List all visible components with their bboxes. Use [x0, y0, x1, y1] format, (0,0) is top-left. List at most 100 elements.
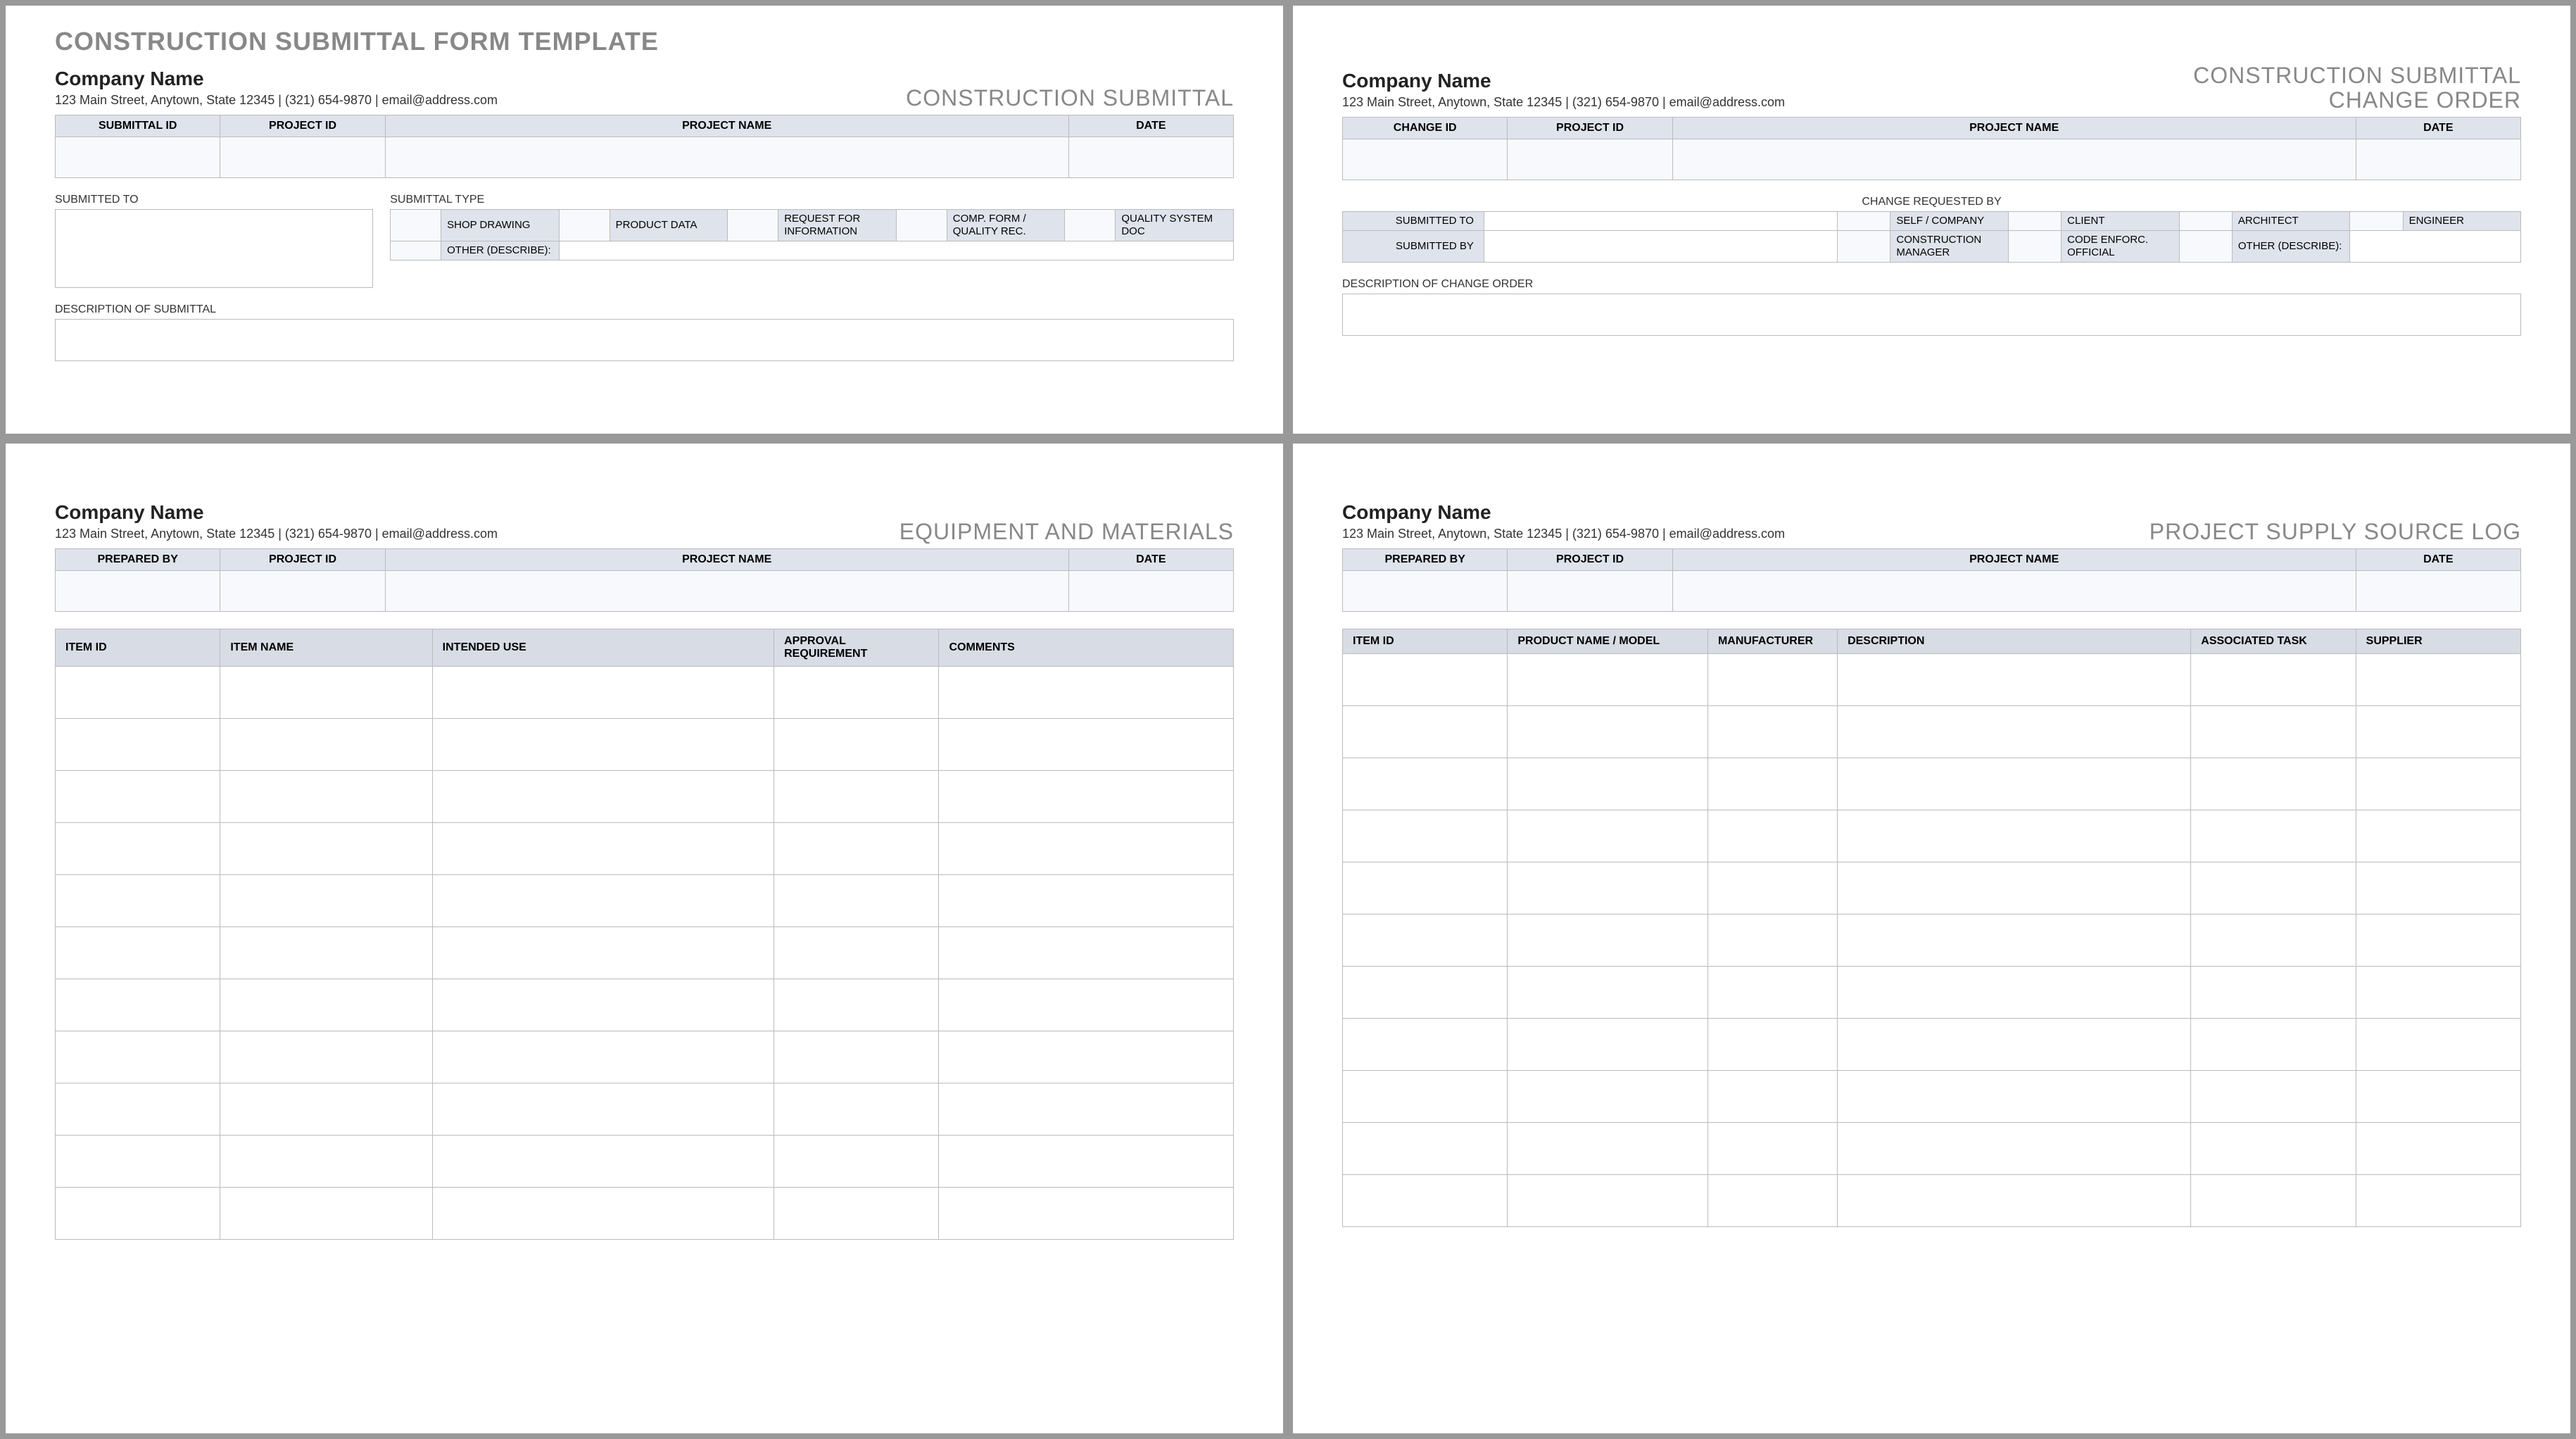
list-cell[interactable] — [939, 667, 1234, 719]
list-cell[interactable] — [939, 771, 1234, 823]
list-cell[interactable] — [774, 979, 939, 1031]
list-cell[interactable] — [1508, 1175, 1708, 1227]
input-project-id[interactable] — [220, 137, 385, 178]
list-cell[interactable] — [1838, 1123, 2191, 1175]
input-other-describe[interactable] — [559, 241, 1233, 260]
list-cell[interactable] — [774, 927, 939, 979]
list-cell[interactable] — [220, 719, 432, 771]
list-cell[interactable] — [1707, 967, 1837, 1019]
list-cell[interactable] — [2356, 654, 2520, 706]
checkbox-self-company[interactable] — [1838, 212, 1890, 231]
list-cell[interactable] — [432, 1136, 774, 1188]
list-cell[interactable] — [220, 823, 432, 875]
input-date[interactable] — [1068, 137, 1233, 178]
list-cell[interactable] — [2356, 967, 2520, 1019]
list-cell[interactable] — [1838, 1175, 2191, 1227]
input-date[interactable] — [1068, 571, 1233, 612]
list-cell[interactable] — [56, 1188, 220, 1240]
input-project-name[interactable] — [385, 571, 1068, 612]
list-cell[interactable] — [2191, 1123, 2356, 1175]
list-cell[interactable] — [2191, 810, 2356, 862]
list-cell[interactable] — [2191, 862, 2356, 915]
list-cell[interactable] — [56, 667, 220, 719]
checkbox-rfi[interactable] — [728, 210, 778, 241]
list-cell[interactable] — [2356, 1123, 2520, 1175]
list-cell[interactable] — [1707, 810, 1837, 862]
checkbox-product-data[interactable] — [559, 210, 610, 241]
input-submitted-by[interactable] — [1484, 231, 1837, 263]
checkbox-construction-mgr[interactable] — [1838, 231, 1890, 263]
list-cell[interactable] — [2356, 810, 2520, 862]
list-cell[interactable] — [220, 1136, 432, 1188]
input-project-id[interactable] — [1508, 139, 1672, 180]
list-cell[interactable] — [56, 719, 220, 771]
list-cell[interactable] — [220, 1188, 432, 1240]
input-submitted-to[interactable] — [1484, 212, 1837, 231]
list-cell[interactable] — [2191, 706, 2356, 758]
list-cell[interactable] — [939, 1083, 1234, 1136]
list-cell[interactable] — [1343, 758, 1508, 810]
list-cell[interactable] — [2356, 758, 2520, 810]
list-cell[interactable] — [432, 927, 774, 979]
input-description-submittal[interactable] — [55, 319, 1234, 361]
list-cell[interactable] — [1343, 915, 1508, 967]
list-cell[interactable] — [56, 979, 220, 1031]
list-cell[interactable] — [432, 823, 774, 875]
list-cell[interactable] — [1508, 862, 1708, 915]
list-cell[interactable] — [2191, 758, 2356, 810]
list-cell[interactable] — [774, 667, 939, 719]
list-cell[interactable] — [220, 1031, 432, 1083]
list-cell[interactable] — [1343, 862, 1508, 915]
list-cell[interactable] — [432, 667, 774, 719]
list-cell[interactable] — [432, 875, 774, 927]
list-cell[interactable] — [939, 823, 1234, 875]
input-prepared-by[interactable] — [56, 571, 220, 612]
list-cell[interactable] — [1343, 967, 1508, 1019]
list-cell[interactable] — [2191, 1071, 2356, 1123]
list-cell[interactable] — [56, 927, 220, 979]
list-cell[interactable] — [1508, 810, 1708, 862]
list-cell[interactable] — [774, 823, 939, 875]
list-cell[interactable] — [56, 1031, 220, 1083]
list-cell[interactable] — [1707, 706, 1837, 758]
input-date[interactable] — [2356, 139, 2520, 180]
input-submitted-to[interactable] — [55, 209, 373, 288]
input-project-id[interactable] — [220, 571, 385, 612]
list-cell[interactable] — [1508, 1123, 1708, 1175]
list-cell[interactable] — [2356, 706, 2520, 758]
list-cell[interactable] — [1508, 967, 1708, 1019]
input-project-name[interactable] — [1672, 571, 2356, 612]
list-cell[interactable] — [432, 1188, 774, 1240]
list-cell[interactable] — [2356, 1175, 2520, 1227]
list-cell[interactable] — [1343, 1123, 1508, 1175]
list-cell[interactable] — [939, 719, 1234, 771]
list-cell[interactable] — [2191, 915, 2356, 967]
list-cell[interactable] — [2356, 862, 2520, 915]
list-cell[interactable] — [220, 771, 432, 823]
list-cell[interactable] — [774, 771, 939, 823]
list-cell[interactable] — [1707, 1123, 1837, 1175]
checkbox-other[interactable] — [2179, 231, 2232, 263]
list-cell[interactable] — [774, 1188, 939, 1240]
list-cell[interactable] — [1838, 706, 2191, 758]
list-cell[interactable] — [2356, 1019, 2520, 1071]
list-cell[interactable] — [1508, 1071, 1708, 1123]
list-cell[interactable] — [220, 927, 432, 979]
list-cell[interactable] — [2191, 967, 2356, 1019]
list-cell[interactable] — [939, 1188, 1234, 1240]
list-cell[interactable] — [432, 979, 774, 1031]
list-cell[interactable] — [939, 875, 1234, 927]
list-cell[interactable] — [1838, 654, 2191, 706]
list-cell[interactable] — [1707, 862, 1837, 915]
list-cell[interactable] — [1343, 1019, 1508, 1071]
list-cell[interactable] — [1838, 810, 2191, 862]
list-cell[interactable] — [56, 823, 220, 875]
list-cell[interactable] — [56, 875, 220, 927]
list-cell[interactable] — [1508, 1019, 1708, 1071]
list-cell[interactable] — [774, 875, 939, 927]
list-cell[interactable] — [1838, 967, 2191, 1019]
input-other-role[interactable] — [2350, 231, 2521, 263]
list-cell[interactable] — [774, 1136, 939, 1188]
list-cell[interactable] — [2356, 915, 2520, 967]
list-cell[interactable] — [1707, 1071, 1837, 1123]
